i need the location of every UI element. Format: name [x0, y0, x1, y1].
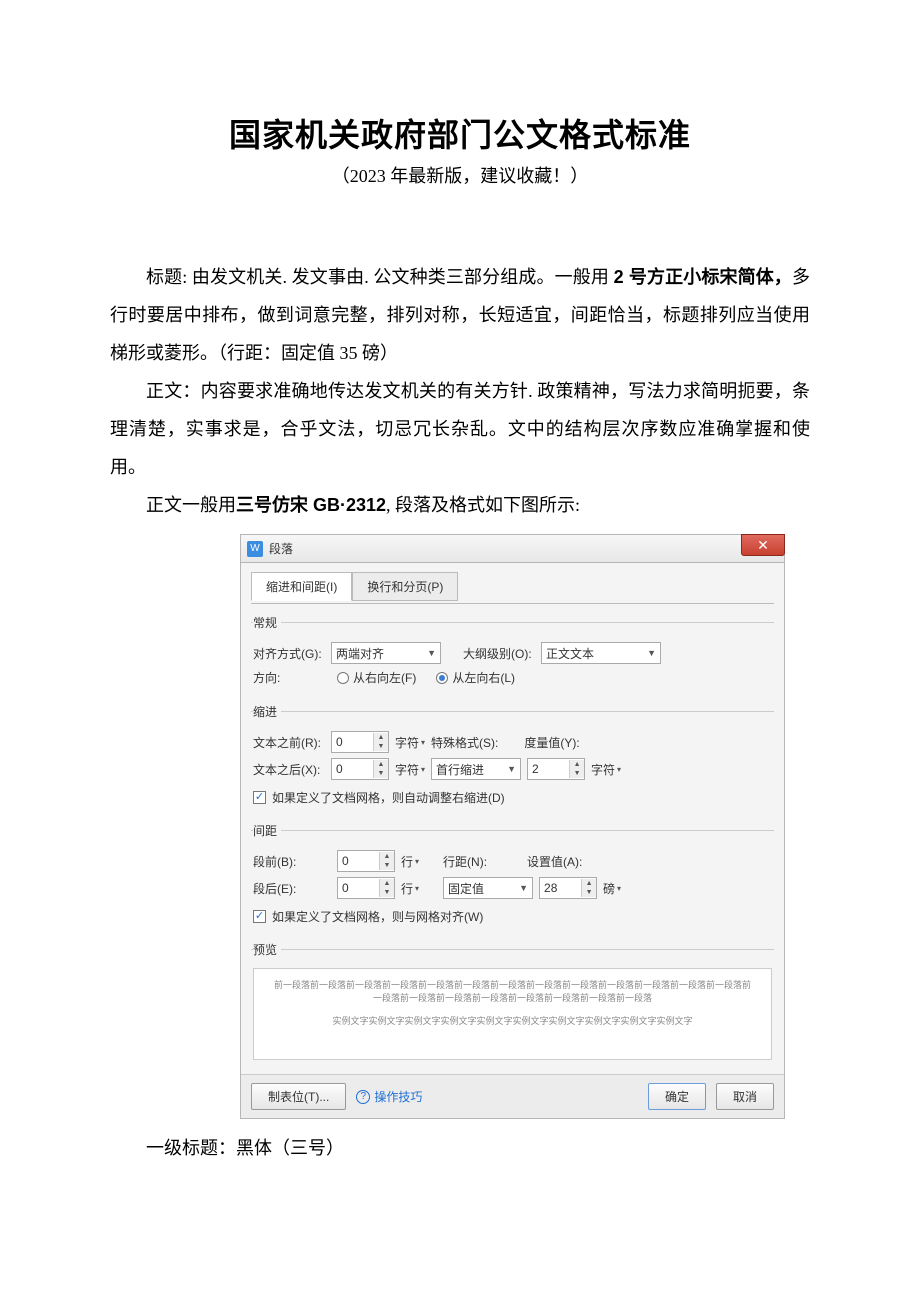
chevron-down-icon: ▼	[647, 648, 656, 658]
preview-box: 前一段落前一段落前一段落前一段落前一段落前一段落前一段落前一段落前一段落前一段落…	[253, 968, 772, 1060]
space-before-label: 段前(B):	[253, 853, 301, 870]
legend-spacing: 间距	[253, 822, 281, 839]
p1-bold: 2 号方正小标宋简体，	[614, 267, 792, 287]
group-preview: 预览 前一段落前一段落前一段落前一段落前一段落前一段落前一段落前一段落前一段落前…	[251, 941, 774, 1070]
doc-subtitle: （2023 年最新版，建议收藏！）	[110, 162, 810, 188]
direction-label: 方向:	[253, 669, 301, 686]
align-label: 对齐方式(G):	[253, 645, 325, 662]
dialog-title: 段落	[269, 540, 293, 557]
unit-char-2[interactable]: 字符▾	[395, 761, 425, 778]
group-general: 常规 对齐方式(G): 两端对齐 ▼ 大纲级别(O): 正文文本 ▼ 方向:	[251, 614, 774, 693]
measure-spin[interactable]: 2 ▲▼	[527, 758, 585, 780]
linespacing-label: 行距(N):	[443, 853, 487, 870]
checkbox-snap-grid[interactable]: ✓ 如果定义了文档网格，则与网格对齐(W)	[253, 908, 483, 925]
tips-label: 操作技巧	[374, 1088, 422, 1105]
checkbox-snap-grid-label: 如果定义了文档网格，则与网格对齐(W)	[272, 908, 483, 925]
preview-text-1: 前一段落前一段落前一段落前一段落前一段落前一段落前一段落前一段落前一段落前一段落…	[272, 979, 753, 1005]
p1-text-b: 由发文机关. 发文事由. 公文种类三部分组成。一般用	[187, 267, 613, 287]
tab-indent-spacing[interactable]: 缩进和间距(I)	[251, 572, 352, 601]
indent-after-value: 0	[336, 762, 343, 776]
outline-label: 大纲级别(O):	[463, 645, 535, 662]
indent-before-label: 文本之前(R):	[253, 734, 325, 751]
p3-a: 正文一般用	[146, 495, 236, 515]
doc-title: 国家机关政府部门公文格式标准	[110, 110, 810, 156]
linespacing-combo[interactable]: 固定值 ▼	[443, 877, 533, 899]
radio-rtl-label: 从右向左(F)	[353, 669, 416, 686]
unit-char[interactable]: 字符▾	[395, 734, 425, 751]
align-combo[interactable]: 两端对齐 ▼	[331, 642, 441, 664]
cancel-button[interactable]: 取消	[716, 1083, 774, 1110]
check-icon: ✓	[253, 791, 266, 804]
dialog-body: 缩进和间距(I) 换行和分页(P) 常规 对齐方式(G): 两端对齐 ▼ 大纲级…	[240, 562, 785, 1119]
chevron-down-icon: ▼	[507, 764, 516, 774]
ok-button[interactable]: 确定	[648, 1083, 706, 1110]
app-icon: W	[247, 541, 263, 557]
space-after-value: 0	[342, 881, 349, 895]
checkbox-auto-indent-label: 如果定义了文档网格，则自动调整右缩进(D)	[272, 789, 505, 806]
unit-line[interactable]: 行▾	[401, 853, 419, 870]
chevron-down-icon: ▼	[519, 883, 528, 893]
special-label: 特殊格式(S):	[431, 734, 498, 751]
tabstops-button[interactable]: 制表位(T)...	[251, 1083, 346, 1110]
p1-label: 标题:	[146, 267, 187, 287]
outline-combo[interactable]: 正文文本 ▼	[541, 642, 661, 664]
p3-b: , 段落及格式如下图所示:	[386, 495, 580, 515]
special-combo[interactable]: 首行缩进 ▼	[431, 758, 521, 780]
special-value: 首行缩进	[436, 761, 484, 778]
space-after-label: 段后(E):	[253, 880, 301, 897]
tips-link[interactable]: ? 操作技巧	[356, 1088, 422, 1105]
radio-ltr[interactable]: 从左向右(L)	[436, 669, 515, 686]
legend-preview: 预览	[253, 941, 281, 958]
linespacing-value: 固定值	[448, 880, 484, 897]
indent-before-value: 0	[336, 735, 343, 749]
group-indent: 缩进 文本之前(R): 0 ▲▼ 字符▾ 特殊格式(S): 度量值(Y): 文本…	[251, 703, 774, 812]
paragraph-4: 一级标题：黑体（三号）	[110, 1129, 810, 1167]
help-icon: ?	[356, 1090, 370, 1104]
legend-indent: 缩进	[253, 703, 281, 720]
indent-before-spin[interactable]: 0 ▲▼	[331, 731, 389, 753]
close-button[interactable]: ✕	[741, 534, 785, 556]
align-value: 两端对齐	[336, 645, 384, 662]
tabs: 缩进和间距(I) 换行和分页(P)	[251, 571, 774, 600]
setat-spin[interactable]: 28 ▲▼	[539, 877, 597, 899]
space-before-value: 0	[342, 854, 349, 868]
paragraph-2: 正文：内容要求准确地传达发文机关的有关方针. 政策精神，写法力求简明扼要，条理清…	[110, 372, 810, 486]
indent-after-label: 文本之后(X):	[253, 761, 325, 778]
space-after-spin[interactable]: 0 ▲▼	[337, 877, 395, 899]
setat-value: 28	[544, 881, 557, 895]
group-spacing: 间距 段前(B): 0 ▲▼ 行▾ 行距(N): 设置值(A): 段后(E):	[251, 822, 774, 931]
chevron-down-icon: ▼	[427, 648, 436, 658]
radio-icon	[436, 672, 448, 684]
radio-icon	[337, 672, 349, 684]
measure-value: 2	[532, 762, 539, 776]
dialog-titlebar: W 段落 ✕	[240, 534, 785, 562]
outline-value: 正文文本	[546, 645, 594, 662]
measure-label: 度量值(Y):	[524, 734, 579, 751]
paragraph-3: 正文一般用三号仿宋 GB·2312, 段落及格式如下图所示:	[110, 486, 810, 524]
preview-text-2: 实例文字实例文字实例文字实例文字实例文字实例文字实例文字实例文字实例文字实例文字	[272, 1015, 753, 1028]
tab-line-page-breaks[interactable]: 换行和分页(P)	[352, 572, 458, 601]
tab-underline	[251, 603, 774, 604]
radio-rtl[interactable]: 从右向左(F)	[337, 669, 416, 686]
paragraph-dialog: W 段落 ✕ 缩进和间距(I) 换行和分页(P) 常规 对齐方式(G): 两端对…	[240, 534, 785, 1119]
indent-after-spin[interactable]: 0 ▲▼	[331, 758, 389, 780]
check-icon: ✓	[253, 910, 266, 923]
paragraph-1: 标题: 由发文机关. 发文事由. 公文种类三部分组成。一般用 2 号方正小标宋简…	[110, 258, 810, 372]
unit-pt[interactable]: 磅▾	[603, 880, 621, 897]
unit-line-2[interactable]: 行▾	[401, 880, 419, 897]
radio-ltr-label: 从左向右(L)	[452, 669, 515, 686]
p3-bold: 三号仿宋 GB·2312	[236, 495, 386, 515]
dialog-footer: 制表位(T)... ? 操作技巧 确定 取消	[241, 1074, 784, 1118]
space-before-spin[interactable]: 0 ▲▼	[337, 850, 395, 872]
unit-char-3[interactable]: 字符▾	[591, 761, 621, 778]
checkbox-auto-indent[interactable]: ✓ 如果定义了文档网格，则自动调整右缩进(D)	[253, 789, 505, 806]
setat-label: 设置值(A):	[527, 853, 582, 870]
legend-general: 常规	[253, 614, 281, 631]
